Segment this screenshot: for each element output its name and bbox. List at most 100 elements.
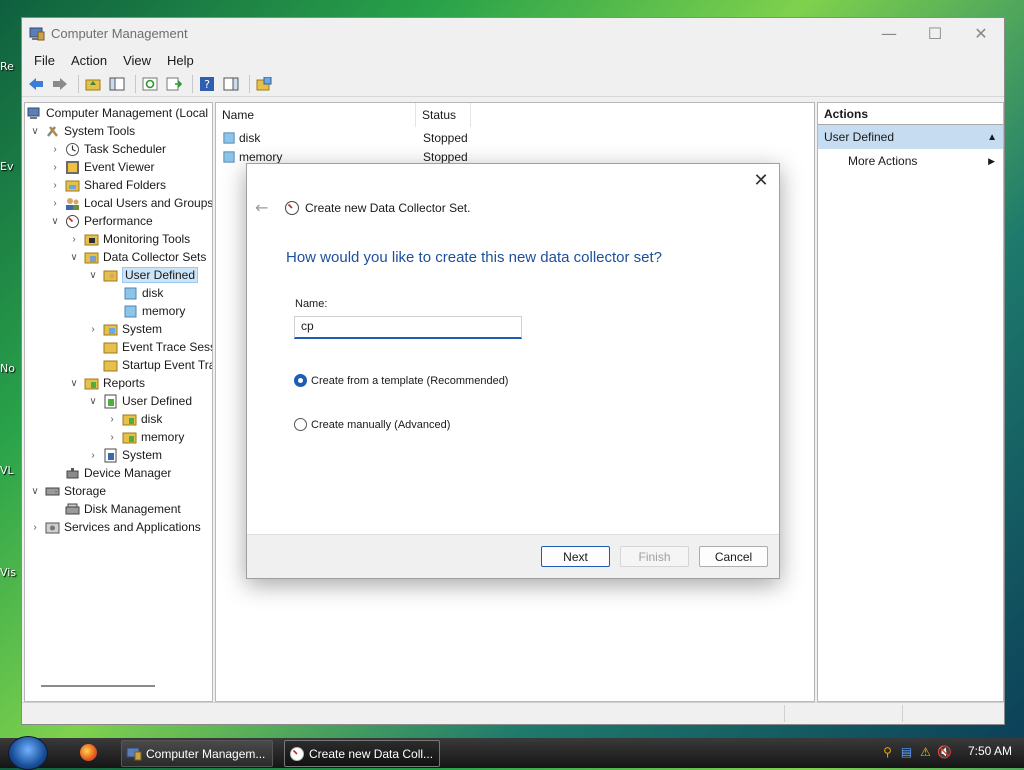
chevron-right-icon[interactable]: › [106, 414, 118, 425]
tree-item-disk-management[interactable]: Disk Management [65, 500, 181, 518]
tree-item-computer-management[interactable]: Computer Management (Local [27, 104, 208, 122]
tree-item-reports-user-defined[interactable]: ∨ User Defined [87, 392, 192, 410]
close-icon[interactable]: ✕ [749, 168, 773, 192]
firefox-icon[interactable] [80, 744, 97, 761]
tree-item-dcs-user-defined[interactable]: ∨ User Defined [87, 266, 199, 284]
chevron-down-icon[interactable]: ∨ [68, 378, 80, 389]
wizard-question: How would you like to create this new da… [286, 249, 663, 266]
user-defined-folder-icon [103, 268, 118, 283]
menu-action[interactable]: Action [63, 53, 115, 68]
up-folder-icon[interactable] [83, 74, 103, 94]
menu-file[interactable]: File [26, 53, 63, 68]
taskbar-item-computer-management[interactable]: Computer Managem... [121, 740, 273, 767]
minimize-icon[interactable]: — [866, 18, 912, 48]
performance-icon [65, 214, 80, 229]
menu-help[interactable]: Help [159, 53, 202, 68]
chevron-down-icon[interactable]: ∨ [29, 126, 41, 137]
desktop-icon-label[interactable]: Vis [0, 566, 22, 579]
tree-item-device-manager[interactable]: Device Manager [65, 464, 171, 482]
more-actions-item[interactable]: More Actions ▶ [818, 149, 1003, 173]
chevron-right-icon[interactable]: › [87, 450, 99, 461]
tree-item-reports-system[interactable]: › System [87, 446, 162, 464]
chevron-down-icon[interactable]: ∨ [87, 270, 99, 281]
chevron-right-icon[interactable]: › [49, 162, 61, 173]
menu-bar: File Action View Help [22, 49, 1004, 71]
desktop-icon-label[interactable]: No [0, 362, 22, 375]
dialog-footer: Next Finish Cancel [247, 534, 779, 578]
chevron-down-icon[interactable]: ∨ [68, 252, 80, 263]
collector-icon [222, 131, 236, 145]
chevron-right-icon[interactable]: › [49, 198, 61, 209]
tree-item-shared-folders[interactable]: › Shared Folders [49, 176, 166, 194]
column-header-name[interactable]: Name [216, 103, 416, 127]
tree-item-local-users-groups[interactable]: › Local Users and Groups [49, 194, 212, 212]
desktop-icon-label[interactable]: Re [0, 60, 22, 73]
radio-button[interactable] [294, 374, 307, 387]
tree-item-event-viewer[interactable]: › Event Viewer [49, 158, 154, 176]
help-icon[interactable]: ? [197, 74, 217, 94]
chevron-right-icon[interactable]: › [87, 324, 99, 335]
chevron-down-icon[interactable]: ∨ [87, 396, 99, 407]
properties-icon[interactable] [254, 74, 274, 94]
list-item[interactable]: disk [222, 128, 260, 147]
refresh-icon[interactable] [140, 74, 160, 94]
tree-item-storage[interactable]: ∨ Storage [29, 482, 106, 500]
show-hide-tree-icon[interactable] [107, 74, 127, 94]
tree-item-performance[interactable]: ∨ Performance [49, 212, 152, 230]
start-button[interactable] [8, 736, 48, 770]
actions-section-user-defined[interactable]: User Defined ▲ [818, 125, 1003, 149]
name-input[interactable]: cp [294, 316, 522, 339]
forward-icon[interactable] [50, 74, 70, 94]
maximize-icon[interactable]: ☐ [912, 18, 958, 48]
tree-item-task-scheduler[interactable]: › Task Scheduler [49, 140, 166, 158]
create-manually-option[interactable]: Create manually (Advanced) [294, 418, 450, 431]
toolbar: ? [22, 71, 1004, 97]
back-arrow-icon[interactable]: ← [255, 198, 268, 217]
desktop-icon-label[interactable]: Ev [0, 160, 22, 173]
chevron-down-icon[interactable]: ∨ [29, 486, 41, 497]
taskbar-item-create-data-collector[interactable]: Create new Data Coll... [284, 740, 440, 767]
svg-text:?: ? [204, 78, 210, 91]
tree-item-dcs-disk[interactable]: disk [123, 284, 163, 302]
title-bar[interactable]: Computer Management — ☐ ✕ [22, 18, 1004, 49]
show-action-pane-icon[interactable] [221, 74, 241, 94]
radio-button[interactable] [294, 418, 307, 431]
warning-icon[interactable]: ⚠ [918, 744, 933, 759]
search-icon[interactable]: ⚲ [880, 744, 895, 759]
chevron-down-icon[interactable]: ∨ [49, 216, 61, 227]
tree-item-reports[interactable]: ∨ Reports [68, 374, 145, 392]
tree-item-services-applications[interactable]: › Services and Applications [29, 518, 200, 536]
collapse-icon[interactable]: ▲ [987, 132, 997, 143]
report-folder-icon [122, 412, 137, 427]
chevron-right-icon[interactable]: › [68, 234, 80, 245]
tree-item-dcs-memory[interactable]: memory [123, 302, 185, 320]
clock[interactable]: 7:50 AM [968, 744, 1012, 758]
users-icon [65, 196, 80, 211]
chevron-right-icon[interactable]: › [29, 522, 41, 533]
tree-item-system-tools[interactable]: ∨ System Tools [29, 122, 135, 140]
chevron-right-icon[interactable]: › [49, 144, 61, 155]
finish-button[interactable]: Finish [620, 546, 689, 567]
chevron-right-icon[interactable]: › [106, 432, 118, 443]
desktop-icon-label[interactable]: VL [0, 464, 22, 477]
tree-item-data-collector-sets[interactable]: ∨ Data Collector Sets [68, 248, 206, 266]
create-from-template-option[interactable]: Create from a template (Recommended) [294, 374, 508, 387]
tree-item-event-trace-sessions[interactable]: Event Trace Sess [103, 338, 212, 356]
tree-item-dcs-system[interactable]: › System [87, 320, 162, 338]
volume-muted-icon[interactable]: 🔇 [937, 744, 952, 759]
collector-icon [123, 304, 138, 319]
menu-view[interactable]: View [115, 53, 159, 68]
export-list-icon[interactable] [164, 74, 184, 94]
tree-item-reports-disk[interactable]: › disk [106, 410, 162, 428]
tree-item-monitoring-tools[interactable]: › Monitoring Tools [68, 230, 190, 248]
tree-item-reports-memory[interactable]: › memory [106, 428, 184, 446]
next-button[interactable]: Next [541, 546, 610, 567]
network-icon[interactable]: ▤ [899, 744, 914, 759]
back-icon[interactable] [26, 74, 46, 94]
close-icon[interactable]: ✕ [958, 18, 1004, 48]
horizontal-scrollbar[interactable] [41, 685, 155, 687]
tree-item-startup-event-trace[interactable]: Startup Event Tra [103, 356, 212, 374]
chevron-right-icon[interactable]: › [49, 180, 61, 191]
cancel-button[interactable]: Cancel [699, 546, 768, 567]
column-header-status[interactable]: Status [416, 103, 471, 127]
